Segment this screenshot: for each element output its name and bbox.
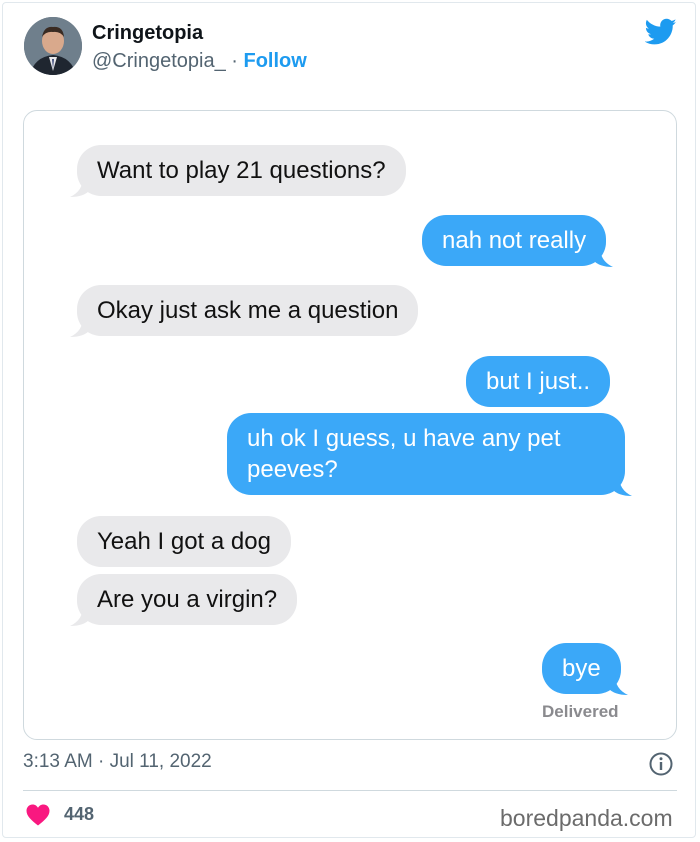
message-bubble-received: Yeah I got a dog xyxy=(77,516,291,567)
message-bubble-received: Are you a virgin? xyxy=(70,574,298,626)
avatar[interactable] xyxy=(24,17,82,75)
message-text: Yeah I got a dog xyxy=(97,528,271,555)
message-text: nah not really xyxy=(442,227,587,254)
message-bubble-sent: uh ok I guess, u have any pet peeves? xyxy=(227,413,632,496)
follow-button[interactable]: Follow xyxy=(244,50,307,72)
divider xyxy=(23,790,677,791)
message-bubble-sent: but I just.. xyxy=(466,356,611,407)
message-text: Want to play 21 questions? xyxy=(97,157,386,184)
info-icon[interactable] xyxy=(648,751,674,777)
bubble-tail xyxy=(612,476,632,496)
message-bubble-sent: nah not really xyxy=(422,215,614,267)
message-text: uh ok I guess, u have any pet peeves? xyxy=(247,425,561,483)
avatar-photo xyxy=(24,17,82,75)
message-text: bye xyxy=(562,655,601,682)
message-text: but I just.. xyxy=(486,368,591,395)
twitter-bird-icon[interactable] xyxy=(645,18,677,46)
screenshot-image[interactable]: Want to play 21 questions? nah not reall… xyxy=(23,110,677,740)
handle-line: @Cringetopia_ · Follow xyxy=(92,50,307,73)
bubble-tail xyxy=(70,177,90,197)
author-handle[interactable]: @Cringetopia_ xyxy=(92,50,226,72)
message-text: Are you a virgin? xyxy=(97,586,278,613)
heart-icon[interactable] xyxy=(26,804,50,826)
bubble-tail xyxy=(593,247,614,267)
message-bubble-received: Want to play 21 questions? xyxy=(70,145,406,197)
delivered-status: Delivered xyxy=(542,702,619,721)
message-bubble-sent: bye xyxy=(542,643,628,695)
message-text: Okay just ask me a question xyxy=(97,297,399,324)
tweet-timestamp[interactable]: 3:13 AM · Jul 11, 2022 xyxy=(23,751,212,773)
bubble-tail xyxy=(70,317,90,337)
bubble-tail xyxy=(70,606,90,626)
separator: · xyxy=(225,50,244,72)
message-bubble-received: Okay just ask me a question xyxy=(70,285,419,337)
author-name[interactable]: Cringetopia xyxy=(92,22,203,45)
watermark: boredpanda.com xyxy=(500,805,673,831)
bubble-tail xyxy=(607,675,628,695)
like-count[interactable]: 448 xyxy=(64,804,94,825)
